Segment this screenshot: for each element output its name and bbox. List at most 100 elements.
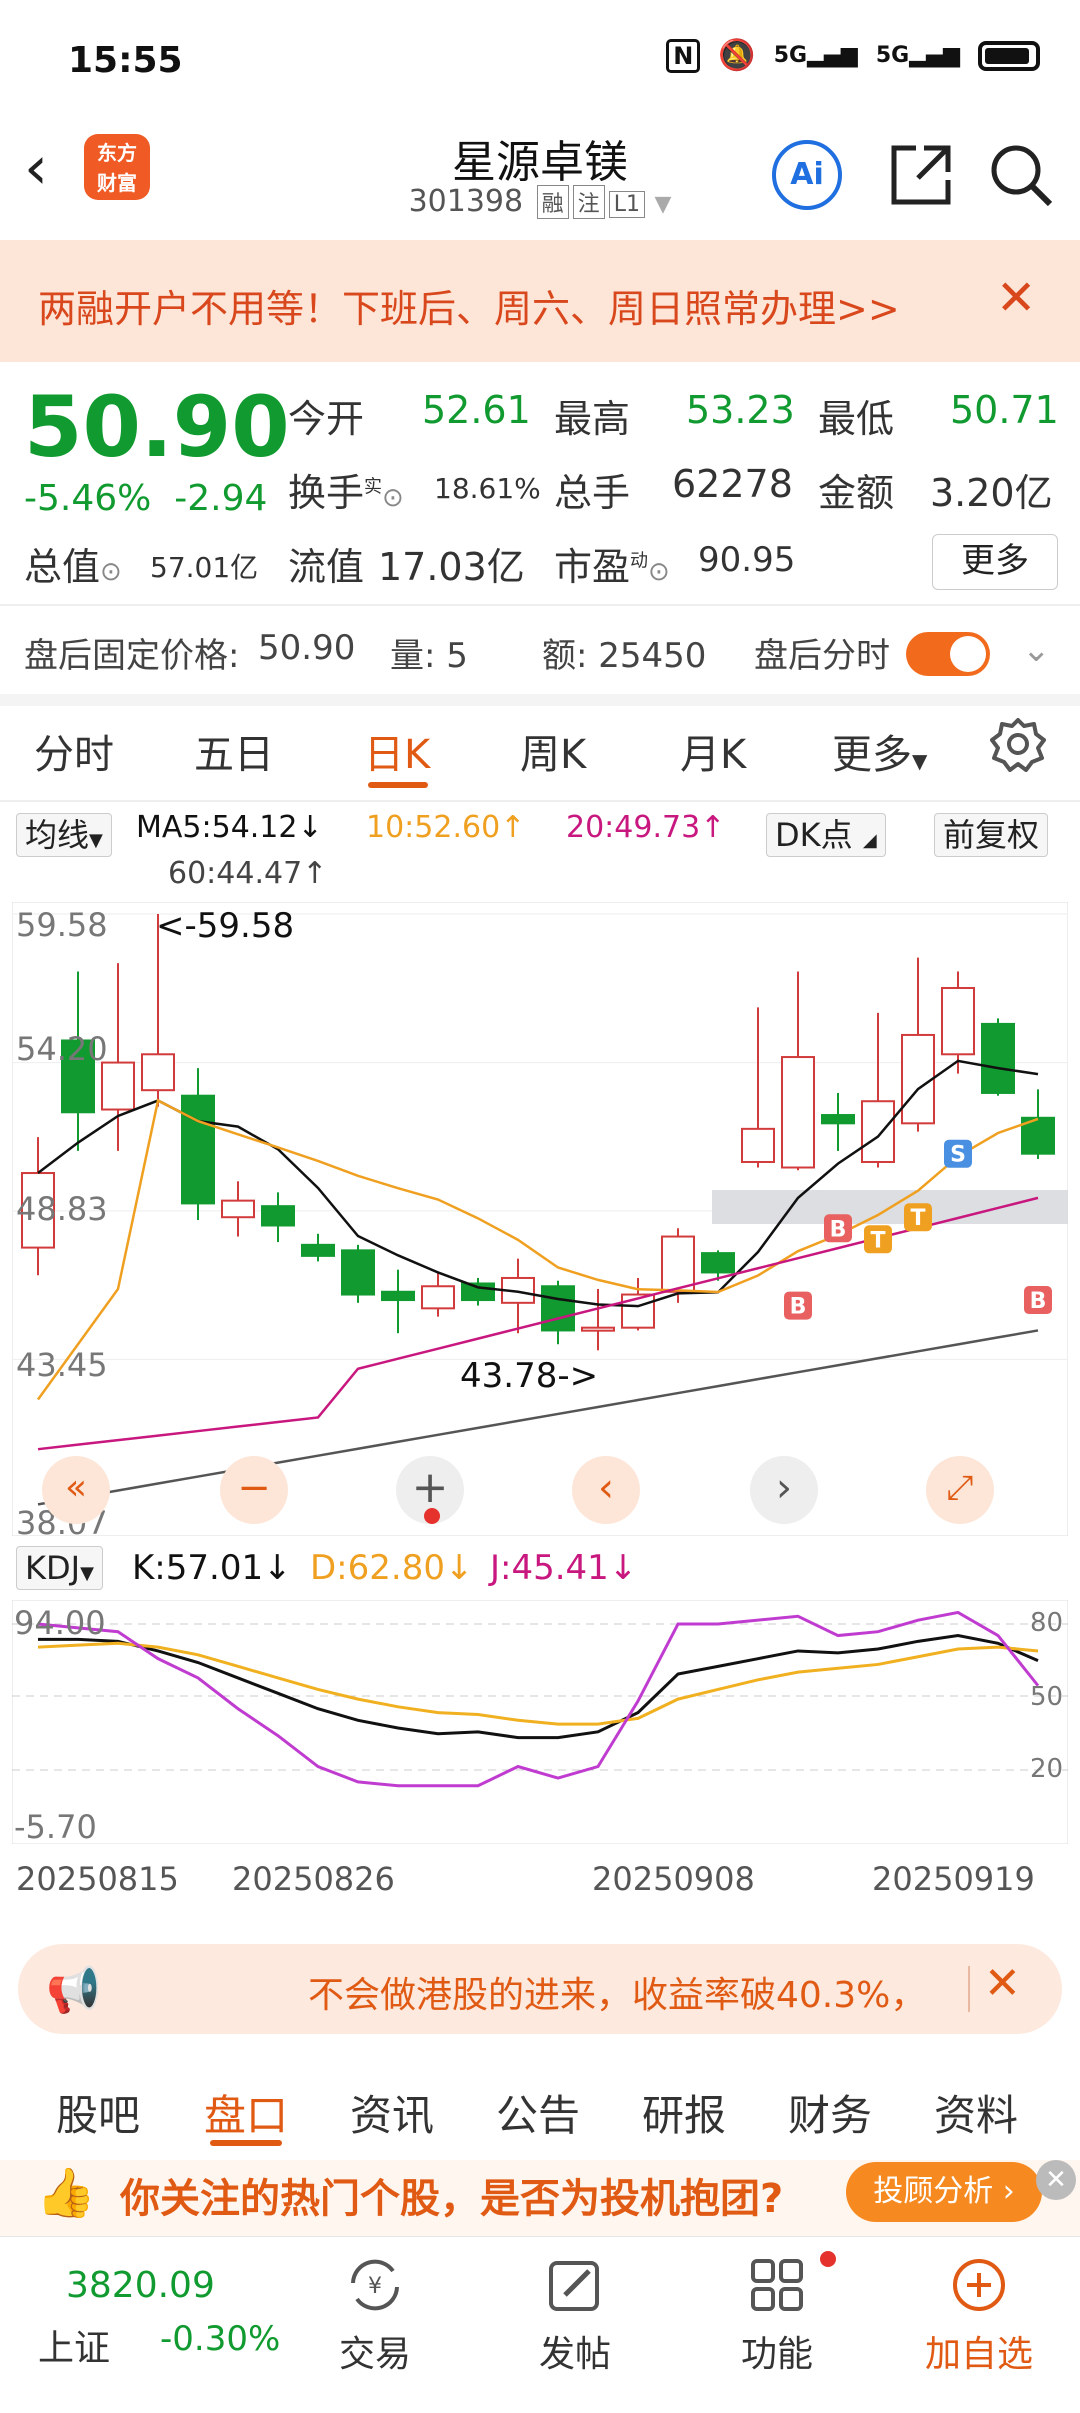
signal-icon: 5G▂▄▆	[773, 43, 858, 68]
close-icon[interactable]: ✕	[984, 1958, 1021, 2009]
ma10-value: 10:52.60↑	[366, 810, 526, 845]
after-hours-price-label: 盘后固定价格:	[24, 636, 240, 676]
chevron-down-icon: ▼	[654, 192, 672, 217]
ma60-value: 60:44.47↑	[168, 856, 328, 891]
low-label: 最低	[818, 397, 895, 441]
ad-banner[interactable]: 📢 不会做港股的进来，收益率破40.3%， ✕	[18, 1944, 1062, 2034]
tab-finance[interactable]: 财务	[788, 2082, 872, 2143]
svg-text:B: B	[830, 1217, 847, 1242]
next-icon[interactable]: ›	[750, 1456, 818, 1524]
ma-selector[interactable]: 均线▼	[16, 810, 112, 857]
mktcap-label[interactable]: 总值⊙	[24, 536, 122, 591]
tab-intraday[interactable]: 分时	[34, 722, 114, 780]
svg-text:¥: ¥	[368, 2274, 382, 2299]
tab-monthly-k[interactable]: 月K	[680, 722, 746, 780]
signal-marker[interactable]: T	[904, 1203, 932, 1232]
notification-dot	[820, 2251, 836, 2267]
kdj-axis-label: 94.00	[14, 1604, 106, 1642]
nav-label: 交易	[338, 2334, 411, 2375]
after-hours-toggle[interactable]	[906, 632, 990, 676]
kdj-selector[interactable]: KDJ▼	[16, 1546, 103, 1590]
adjust-button[interactable]: 前复权	[934, 810, 1049, 857]
analyze-button[interactable]: 投顾分析 ›	[846, 2162, 1042, 2222]
kdj-axis-label: 80	[1030, 1608, 1064, 1638]
tab-five-day[interactable]: 五日	[194, 722, 274, 780]
tab-pankou[interactable]: 盘口	[204, 2082, 288, 2143]
ad-text[interactable]: 不会做港股的进来，收益率破40.3%，	[308, 1966, 926, 2018]
close-icon[interactable]: ✕	[1036, 2160, 1076, 2200]
pe-label[interactable]: 市盈动⊙	[554, 536, 670, 591]
search-icon[interactable]	[986, 140, 1056, 214]
index-value[interactable]: 3820.09	[66, 2265, 215, 2306]
turnover-value: 18.61%	[434, 472, 541, 505]
tab-more[interactable]: 更多▼	[832, 722, 927, 780]
turnover-label[interactable]: 换手实⊙	[288, 462, 404, 517]
more-button[interactable]: 更多	[932, 534, 1058, 590]
svg-text:T: T	[910, 1206, 925, 1231]
date-label: 20250826	[232, 1860, 395, 1898]
divider	[0, 694, 1080, 706]
nfc-icon: N	[666, 38, 701, 73]
volume-label: 总手	[554, 471, 631, 515]
ma5-value: MA5:54.12↓	[136, 810, 323, 845]
signal-marker[interactable]: B	[1024, 1286, 1052, 1315]
close-icon[interactable]: ✕	[996, 270, 1036, 326]
header: ‹ 东方财富 星源卓镁 301398 融注 L1 ▼ Ai	[0, 118, 1080, 238]
dk-point-button[interactable]: DK点 ◢	[766, 810, 886, 857]
promo-banner[interactable]: 两融开户不用等！下班后、周六、周日照常办理>> ✕	[0, 240, 1080, 362]
signal-marker[interactable]: S	[944, 1139, 972, 1168]
status-time: 15:55	[68, 40, 183, 81]
nav-trade[interactable]: ¥ 交易	[300, 2255, 450, 2377]
tab-guba[interactable]: 股吧	[56, 2082, 140, 2143]
index-change: -0.30%	[160, 2319, 281, 2359]
signal-marker[interactable]: B	[824, 1214, 852, 1243]
tab-weekly-k[interactable]: 周K	[520, 722, 586, 780]
tab-daily-k[interactable]: 日K	[364, 722, 430, 780]
ai-button[interactable]: Ai	[772, 140, 842, 210]
kdj-k-value: K:57.01↓	[132, 1548, 292, 1588]
tab-research[interactable]: 研报	[642, 2082, 726, 2143]
after-hours-toggle-label: 盘后分时	[754, 636, 890, 676]
open-value: 52.61	[422, 388, 531, 432]
mktcap-value: 57.01亿	[150, 551, 259, 584]
previous-icon[interactable]: ‹	[572, 1456, 640, 1524]
nav-label: 加自选	[924, 2334, 1033, 2375]
tab-news[interactable]: 资讯	[350, 2082, 434, 2143]
divider	[0, 800, 1080, 802]
divider	[0, 604, 1080, 606]
svg-text:S: S	[950, 1143, 966, 1168]
candle	[341, 1244, 375, 1303]
nav-functions[interactable]: 功能	[702, 2255, 852, 2377]
candlestick-chart[interactable]: BB TTSB	[12, 902, 1068, 1536]
rewind-icon[interactable]: «	[42, 1456, 110, 1524]
high-value: 53.23	[686, 388, 795, 432]
status-icons: N 🔕 5G▂▄▆ 5G▂▄▆	[666, 38, 1040, 73]
kdj-chart[interactable]	[12, 1600, 1068, 1844]
share-icon[interactable]	[886, 140, 956, 214]
tab-profile[interactable]: 资料	[934, 2082, 1018, 2143]
ma20-value: 20:49.73↑	[566, 810, 726, 845]
hot-stock-banner[interactable]: 👍 你关注的热门个股，是否为投机抱团? 投顾分析 ›	[0, 2160, 1080, 2240]
change-value: -2.94	[174, 478, 268, 519]
tab-announcements[interactable]: 公告	[496, 2082, 580, 2143]
signal-marker[interactable]: B	[784, 1291, 812, 1320]
trade-icon: ¥	[300, 2255, 450, 2319]
chevron-down-icon[interactable]: ⌄	[1022, 630, 1051, 670]
low-annotation: 43.78->	[460, 1356, 599, 1396]
registration-tag: 注	[572, 185, 605, 219]
nav-post[interactable]: 发帖	[500, 2255, 650, 2377]
settings-icon[interactable]	[990, 716, 1046, 776]
kdj-axis-label: 50	[1030, 1682, 1064, 1712]
price-axis-label: 59.58	[16, 906, 108, 944]
megaphone-icon: 📢	[46, 1965, 101, 2016]
signal-marker[interactable]: T	[864, 1225, 892, 1254]
promo-text[interactable]: 两融开户不用等！下班后、周六、周日照常办理>>	[38, 278, 900, 333]
zoom-out-icon[interactable]: −	[220, 1456, 288, 1524]
price-axis-label: 54.20	[16, 1030, 108, 1068]
nav-add-watchlist[interactable]: 加自选	[904, 2255, 1054, 2377]
index-name[interactable]: 上证	[38, 2319, 110, 2371]
fullscreen-icon[interactable]: ⤢	[926, 1456, 994, 1524]
open-label: 今开	[288, 397, 365, 441]
margin-tag: 融	[536, 185, 569, 219]
after-hours-vol: 量: 5	[390, 636, 468, 676]
